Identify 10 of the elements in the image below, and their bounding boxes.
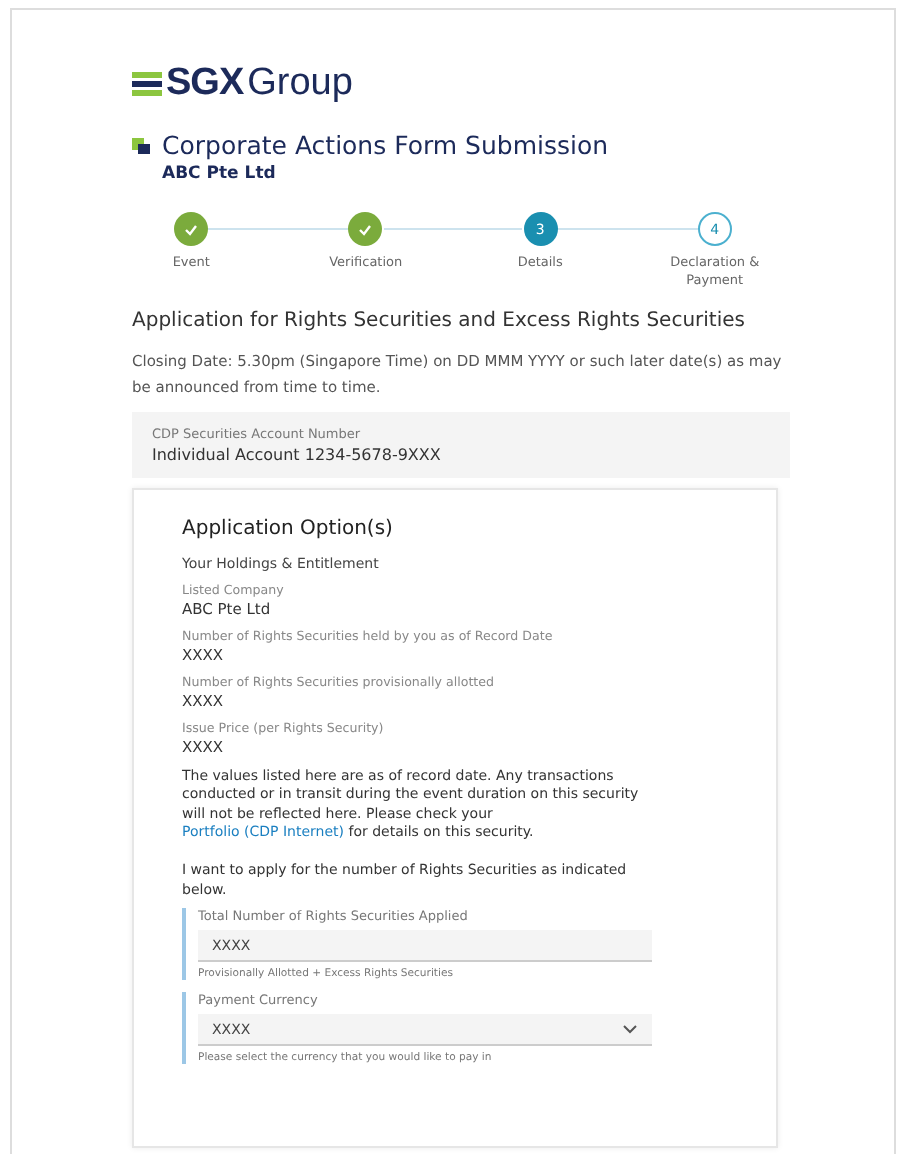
squares-icon <box>132 137 150 153</box>
card-title: Application Option(s) <box>182 517 395 540</box>
logo-stripes-icon <box>132 72 162 96</box>
logo-brand: SGX <box>166 62 244 106</box>
company-name: ABC Pte Ltd <box>162 164 278 184</box>
section-heading: Application for Rights Securities and Excess Rights Securities <box>132 310 747 333</box>
account-value: Individual Account 1234-5678-9XXX <box>152 445 443 464</box>
page-title: Corporate Actions Form Submission <box>162 130 609 160</box>
logo-suffix: Group <box>247 62 353 106</box>
chevron-down-icon <box>622 1024 638 1035</box>
